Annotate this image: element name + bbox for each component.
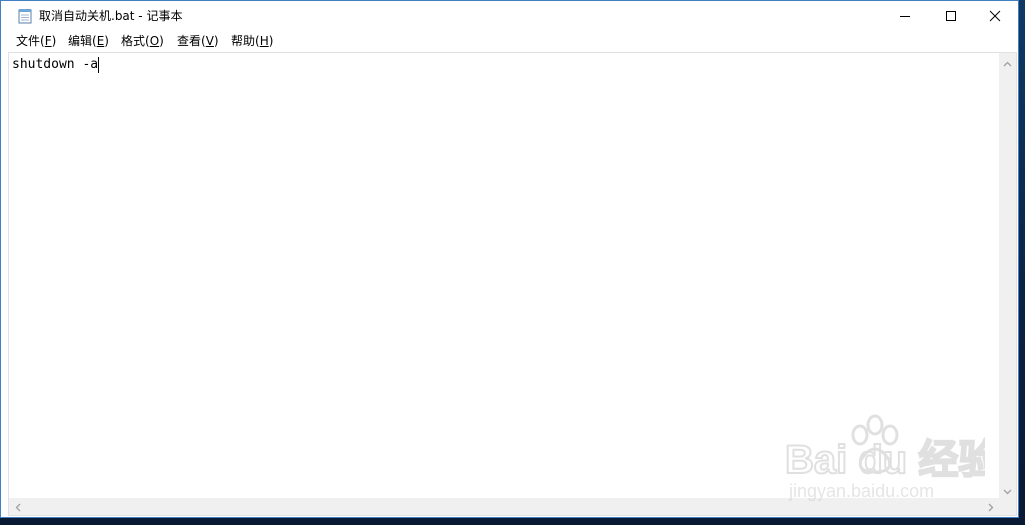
menu-format-label: 格式( bbox=[121, 34, 150, 48]
menu-edit-suffix: ) bbox=[104, 34, 109, 48]
menu-format[interactable]: 格式(O) bbox=[120, 33, 165, 49]
menu-file-label: 文件( bbox=[16, 34, 45, 48]
window-title: 取消自动关机.bat - 记事本 bbox=[39, 9, 183, 23]
text-caret bbox=[98, 57, 100, 73]
editor-text[interactable]: shutdown -a bbox=[12, 57, 100, 73]
close-button[interactable] bbox=[972, 1, 1018, 31]
scroll-corner bbox=[999, 498, 1016, 515]
vertical-scrollbar[interactable] bbox=[999, 53, 1016, 498]
menu-view-label: 查看( bbox=[177, 34, 206, 48]
watermark-url: jingyan.baidu.com bbox=[788, 481, 934, 501]
scroll-up-button[interactable] bbox=[999, 53, 1016, 70]
notepad-icon bbox=[17, 8, 33, 24]
editor-content: shutdown -a bbox=[12, 57, 99, 72]
menu-file-accesskey: F bbox=[44, 34, 52, 48]
scroll-down-button[interactable] bbox=[999, 481, 1016, 498]
menu-help-label: 帮助( bbox=[231, 34, 260, 48]
menu-view-suffix: ) bbox=[213, 34, 219, 48]
chevron-right-icon bbox=[988, 497, 994, 516]
maximize-button[interactable] bbox=[928, 1, 974, 31]
menu-help-suffix: ) bbox=[268, 34, 274, 48]
close-icon bbox=[989, 7, 1001, 26]
menu-edit-label: 编辑( bbox=[68, 34, 97, 48]
menu-edit[interactable]: 编辑(E) bbox=[67, 33, 110, 49]
title-bar[interactable]: 取消自动关机.bat - 记事本 bbox=[1, 1, 1018, 31]
menu-bar: 文件(F) 编辑(E) 格式(O) 查看(V) 帮助(H) bbox=[1, 31, 1018, 51]
menu-file-suffix: ) bbox=[51, 34, 57, 48]
menu-view[interactable]: 查看(V) bbox=[176, 33, 220, 49]
maximize-icon bbox=[945, 7, 957, 26]
chevron-down-icon bbox=[1003, 480, 1012, 499]
menu-view-accesskey: V bbox=[205, 34, 214, 48]
baidu-jingyan-watermark: Bai du 经验 jingyan.baidu.com bbox=[775, 405, 999, 505]
menu-help-accesskey: H bbox=[259, 34, 269, 48]
chevron-left-icon bbox=[15, 497, 21, 516]
menu-help[interactable]: 帮助(H) bbox=[230, 33, 274, 49]
menu-format-suffix: ) bbox=[159, 34, 164, 48]
minimize-button[interactable] bbox=[882, 1, 928, 31]
menu-file[interactable]: 文件(F) bbox=[15, 33, 57, 49]
minimize-icon bbox=[899, 7, 911, 26]
chevron-up-icon bbox=[1003, 52, 1012, 71]
watermark-brand: Bai du 经验 bbox=[785, 438, 985, 482]
scroll-left-button[interactable] bbox=[9, 498, 26, 515]
menu-format-accesskey: O bbox=[149, 34, 160, 48]
